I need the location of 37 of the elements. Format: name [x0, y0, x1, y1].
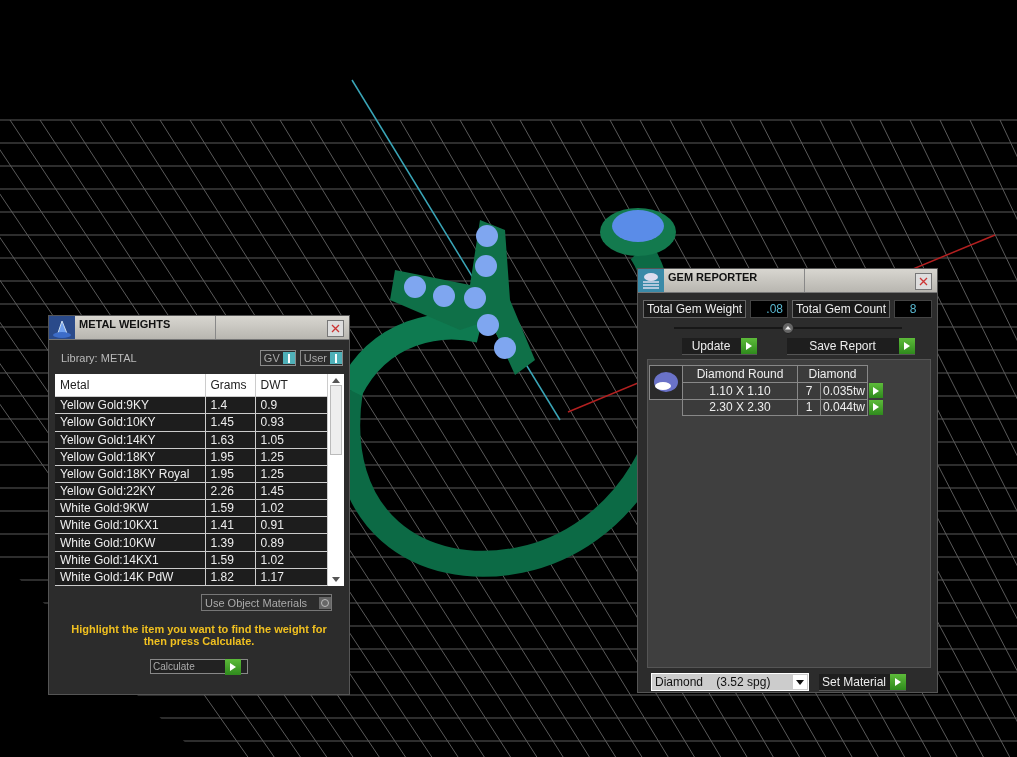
table-cell: 0.9	[255, 396, 327, 414]
column-header[interactable]: DWT	[255, 374, 327, 397]
total-value: .08	[750, 300, 789, 318]
flask-icon	[49, 316, 75, 339]
window-title: METAL WEIGHTS	[75, 316, 216, 339]
report-icon	[638, 269, 664, 292]
set-material-button[interactable]: Set Material	[819, 673, 907, 691]
library-label: Library: METAL	[61, 352, 137, 364]
table-cell: Yellow Gold:9KY	[55, 396, 205, 414]
splitter-handle[interactable]	[673, 322, 902, 334]
column-header[interactable]: Metal	[55, 374, 205, 397]
details-button[interactable]	[869, 383, 884, 399]
arrow-icon	[872, 402, 881, 412]
report-button[interactable]: Save Report	[787, 338, 915, 355]
column-header: Diamond Round	[682, 365, 798, 383]
material-dropdown[interactable]: Diamond (3.52 spg)	[651, 673, 809, 691]
toggle-switch[interactable]: GV	[259, 350, 296, 366]
close-button[interactable]	[327, 320, 344, 337]
table-cell: 1.4	[205, 396, 255, 414]
close-icon	[331, 324, 340, 333]
close-icon	[919, 277, 928, 286]
dropdown-arrow-icon	[796, 679, 804, 685]
use-object-materials-toggle[interactable]: Use Object Materials	[201, 594, 332, 611]
column-header[interactable]: Grams	[205, 374, 255, 397]
arrow-icon	[872, 385, 881, 396]
window-title: GEM REPORTER	[664, 269, 805, 292]
total-value: 8	[894, 300, 932, 318]
instruction-text: Highlight the item you want to find the weight for then press Calculate.	[70, 622, 328, 647]
calculate-button[interactable]: Calculate	[150, 659, 248, 674]
scroll-down-icon[interactable]	[331, 577, 340, 582]
toggle-switch[interactable]: User	[299, 350, 343, 366]
total-label: Total Gem Count	[792, 300, 891, 318]
scroll-up-icon[interactable]	[331, 378, 340, 383]
column-header: Diamond	[797, 365, 868, 383]
report-button[interactable]: Update	[682, 338, 757, 355]
close-button[interactable]	[915, 273, 932, 290]
total-label: Total Gem Weight	[643, 300, 747, 318]
